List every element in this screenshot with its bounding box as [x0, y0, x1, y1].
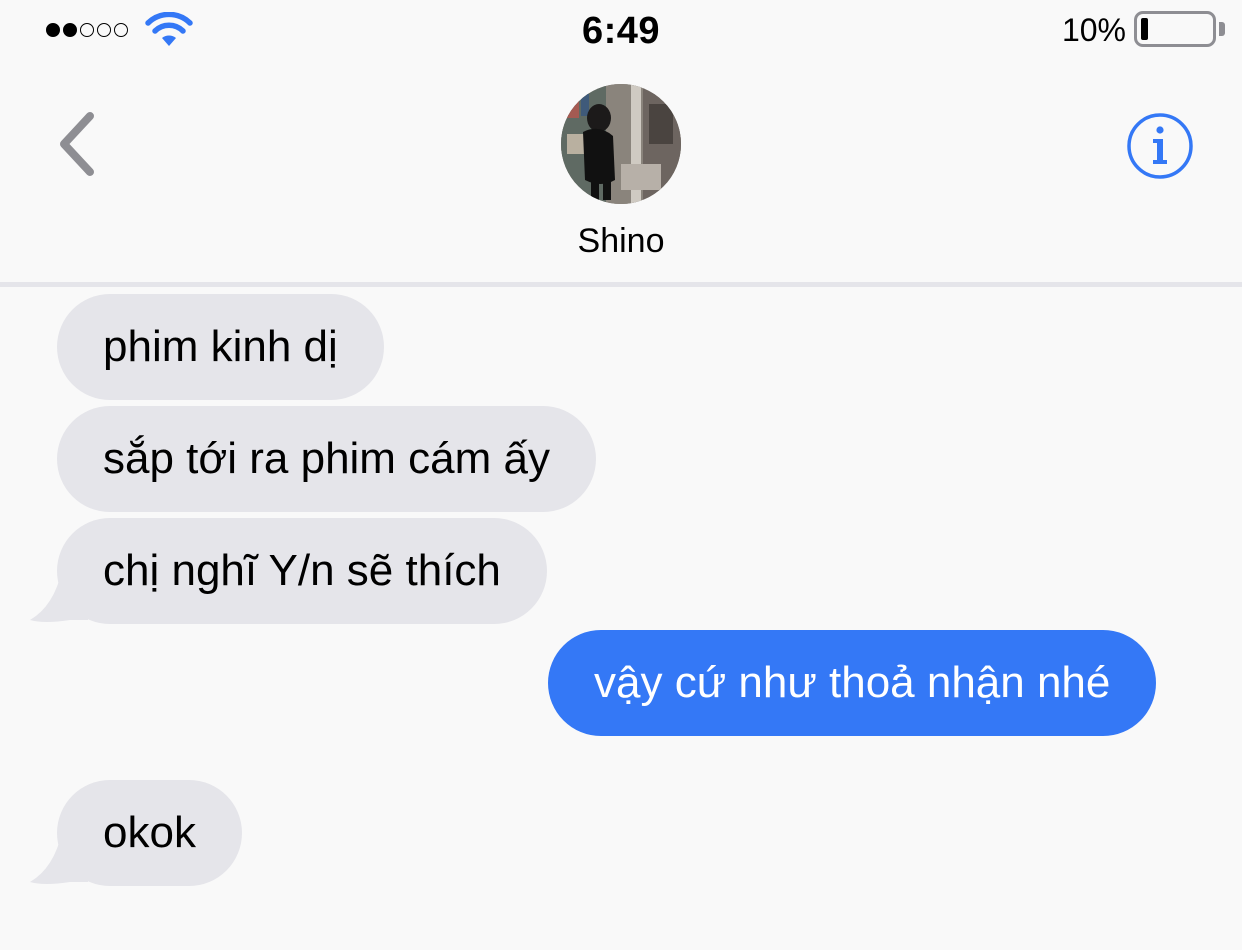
back-chevron-icon[interactable]	[50, 106, 106, 182]
message-bubble-incoming[interactable]: phim kinh dị	[57, 294, 384, 400]
conversation-header: Shino	[0, 62, 1242, 282]
message-bubble-outgoing[interactable]: vậy cứ như thoả nhận nhé	[548, 630, 1157, 736]
battery-level	[1141, 18, 1148, 40]
status-bar: 6:49 10%	[0, 0, 1242, 62]
contact-avatar[interactable]	[561, 84, 681, 204]
info-icon[interactable]	[1126, 112, 1194, 180]
message-bubble-incoming[interactable]: sắp tới ra phim cám ấy	[57, 406, 597, 512]
battery-percentage: 10%	[1061, 12, 1126, 48]
message-bubble-incoming[interactable]: chị nghĩ Y/n sẽ thích	[57, 518, 547, 624]
contact-name[interactable]: Shino	[0, 222, 1242, 261]
battery-nub	[1219, 22, 1225, 36]
status-time: 6:49	[581, 10, 661, 52]
header-divider	[0, 282, 1242, 287]
message-bubble-incoming[interactable]: okok	[57, 780, 242, 886]
battery-icon	[1134, 11, 1216, 47]
